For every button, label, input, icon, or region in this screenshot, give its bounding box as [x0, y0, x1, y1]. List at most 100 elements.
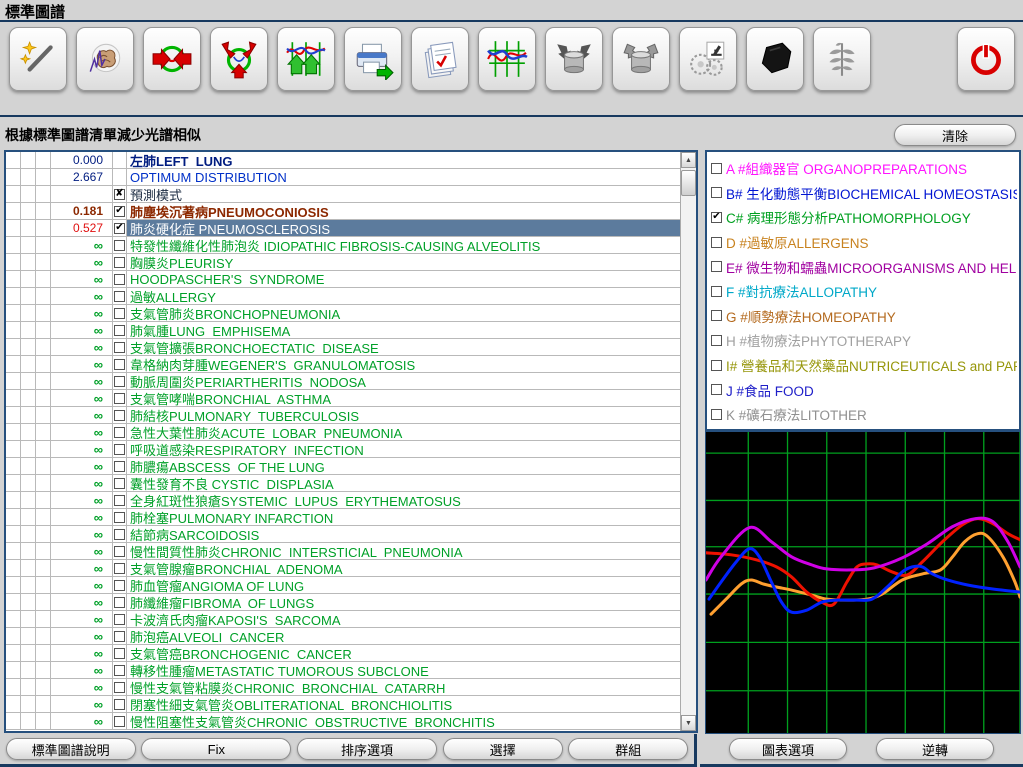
row-checkbox[interactable] [114, 342, 125, 353]
container-fill-button[interactable] [545, 27, 603, 91]
table-row[interactable]: ∞肺栓塞PULMONARY INFARCTION [6, 509, 680, 526]
row-checkbox[interactable] [114, 529, 125, 540]
ring-arrows-in-button[interactable] [143, 27, 201, 91]
category-item[interactable]: ✔C# 病理形態分析PATHOMORPHOLOGY [709, 205, 1017, 230]
table-row[interactable]: 0.527✔肺炎硬化症 PNEUMOSCLEROSIS [6, 220, 680, 237]
category-item[interactable]: I# 營養品和天然藥品NUTRICEUTICALS and PAR [709, 353, 1017, 378]
category-checkbox[interactable]: ✔ [711, 212, 722, 223]
table-row[interactable]: ∞閉塞性細支氣管炎OBLITERATIONAL BRONCHIOLITIS [6, 696, 680, 713]
table-row[interactable]: ∞肺泡癌ALVEOLI CANCER [6, 628, 680, 645]
fix-button[interactable]: Fix [141, 738, 291, 760]
table-row[interactable]: ∞全身紅斑性狼瘡SYSTEMIC LUPUS ERYTHEMATOSUS [6, 492, 680, 509]
category-item[interactable]: K #礦石療法LITOTHER [709, 402, 1017, 427]
row-checkbox[interactable]: ✔ [114, 223, 125, 234]
category-item[interactable]: E# 微生物和蠕蟲MICROORGANISMS AND HELMI [709, 254, 1017, 279]
up-arrows-chart-button[interactable] [277, 27, 335, 91]
table-row[interactable]: ∞支氣管哮喘BRONCHIAL ASTHMA [6, 390, 680, 407]
table-row[interactable]: ∞肺結核PULMONARY TUBERCULOSIS [6, 407, 680, 424]
row-checkbox[interactable] [114, 444, 125, 455]
container-empty-button[interactable] [612, 27, 670, 91]
row-checkbox[interactable] [114, 648, 125, 659]
row-checkbox[interactable] [114, 563, 125, 574]
printer-button[interactable] [344, 27, 402, 91]
herb-plant-button[interactable] [813, 27, 871, 91]
category-item[interactable]: D #過敏原ALLERGENS [709, 230, 1017, 255]
category-checkbox[interactable] [711, 237, 722, 248]
category-item[interactable]: A #組織器官 ORGANOPREPARATIONS [709, 156, 1017, 181]
row-checkbox[interactable] [114, 597, 125, 608]
table-row[interactable]: ∞支氣管擴張BRONCHOECTATIC DISEASE [6, 339, 680, 356]
category-checkbox[interactable] [711, 187, 722, 198]
row-checkbox[interactable] [114, 546, 125, 557]
scroll-down-button[interactable]: ▼ [681, 715, 696, 731]
record-cards-button[interactable] [411, 27, 469, 91]
table-row[interactable]: ∞慢性間質性肺炎CHRONIC INTERSTICIAL PNEUMONIA [6, 543, 680, 560]
row-checkbox[interactable] [114, 393, 125, 404]
table-row[interactable]: ∞肺膿瘍ABSCESS OF THE LUNG [6, 458, 680, 475]
table-row[interactable]: ∞呼吸道感染RESPIRATORY INFECTION [6, 441, 680, 458]
power-button[interactable] [957, 27, 1015, 91]
row-checkbox[interactable]: ✘ [114, 189, 125, 200]
table-row[interactable]: 2.667OPTIMUM DISTRIBUTION [6, 169, 680, 186]
table-row[interactable]: 0.000左肺LEFT LUNG [6, 152, 680, 169]
table-row[interactable]: 0.181✔肺塵埃沉著病PNEUMOCONIOSIS [6, 203, 680, 220]
sort-options-button[interactable]: 排序選項 [297, 738, 437, 760]
scroll-up-button[interactable]: ▲ [681, 152, 696, 168]
table-row[interactable]: ∞肺纖維瘤FIBROMA OF LUNGS [6, 594, 680, 611]
table-row[interactable]: ∞囊性發育不良 CYSTIC DISPLASIA [6, 475, 680, 492]
vertical-scrollbar[interactable]: ▲ ▼ [680, 152, 696, 731]
select-button[interactable]: 選擇 [443, 738, 563, 760]
row-checkbox[interactable] [114, 410, 125, 421]
row-checkbox[interactable] [114, 682, 125, 693]
row-checkbox[interactable] [114, 631, 125, 642]
row-checkbox[interactable] [114, 495, 125, 506]
row-checkbox[interactable] [114, 665, 125, 676]
table-row[interactable]: ∞肺氣腫LUNG EMPHISEMA [6, 322, 680, 339]
etalon-description-button[interactable]: 標準圖譜說明 [6, 738, 136, 760]
magic-wand-button[interactable] [9, 27, 67, 91]
graph-grid-button[interactable] [478, 27, 536, 91]
category-checkbox[interactable] [711, 261, 722, 272]
row-checkbox[interactable] [114, 308, 125, 319]
row-checkbox[interactable] [114, 427, 125, 438]
brain-button[interactable] [76, 27, 134, 91]
table-row[interactable]: ∞動脈周圍炎PERIARTHERITIS NODOSA [6, 373, 680, 390]
row-checkbox[interactable] [114, 257, 125, 268]
row-checkbox[interactable] [114, 699, 125, 710]
row-checkbox[interactable] [114, 716, 125, 727]
category-item[interactable]: B# 生化動態平衡BIOCHEMICAL HOMEOSTASIS [709, 181, 1017, 206]
category-item[interactable]: F #對抗療法ALLOPATHY [709, 279, 1017, 304]
row-checkbox[interactable] [114, 461, 125, 472]
category-checkbox[interactable] [711, 360, 722, 371]
table-row[interactable]: ∞胸膜炎PLEURISY [6, 254, 680, 271]
table-row[interactable]: ∞結節病SARCOIDOSIS [6, 526, 680, 543]
ring-arrows-converge-button[interactable] [210, 27, 268, 91]
table-row[interactable]: ∞韋格納肉芽腫WEGENER'S GRANULOMATOSIS [6, 356, 680, 373]
table-row[interactable]: ∞過敏ALLERGY [6, 288, 680, 305]
row-checkbox[interactable] [114, 376, 125, 387]
table-row[interactable]: ∞特發性纖維化性肺泡炎 IDIOPATHIC FIBROSIS-CAUSING … [6, 237, 680, 254]
row-checkbox[interactable] [114, 580, 125, 591]
category-item[interactable]: H #植物療法PHYTOTHERAPY [709, 328, 1017, 353]
scrollbar-thumb[interactable] [681, 170, 696, 196]
category-checkbox[interactable] [711, 286, 722, 297]
table-row[interactable]: ✘預測模式 [6, 186, 680, 203]
invert-button[interactable]: 逆轉 [876, 738, 994, 760]
group-button[interactable]: 群組 [568, 738, 688, 760]
table-row[interactable]: ∞HOODPASCHER'S SYNDROME [6, 271, 680, 288]
row-checkbox[interactable] [114, 291, 125, 302]
table-row[interactable]: ∞慢性支氣管粘膜炎CHRONIC BRONCHIAL CATARRH [6, 679, 680, 696]
category-checkbox[interactable] [711, 163, 722, 174]
microscope-cells-button[interactable] [679, 27, 737, 91]
table-row[interactable]: ∞慢性阻塞性支氣管炎CHRONIC OBSTRUCTIVE BRONCHITIS [6, 713, 680, 730]
category-checkbox[interactable] [711, 384, 722, 395]
table-row[interactable]: ∞急性大葉性肺炎ACUTE LOBAR PNEUMONIA [6, 424, 680, 441]
category-checkbox[interactable] [711, 310, 722, 321]
row-checkbox[interactable] [114, 240, 125, 251]
row-checkbox[interactable] [114, 274, 125, 285]
row-checkbox[interactable] [114, 478, 125, 489]
table-row[interactable]: ∞支氣管腺瘤BRONCHIAL ADENOMA [6, 560, 680, 577]
table-row[interactable]: ∞支氣管肺炎BRONCHOPNEUMONIA [6, 305, 680, 322]
row-checkbox[interactable]: ✔ [114, 206, 125, 217]
category-checkbox[interactable] [711, 335, 722, 346]
